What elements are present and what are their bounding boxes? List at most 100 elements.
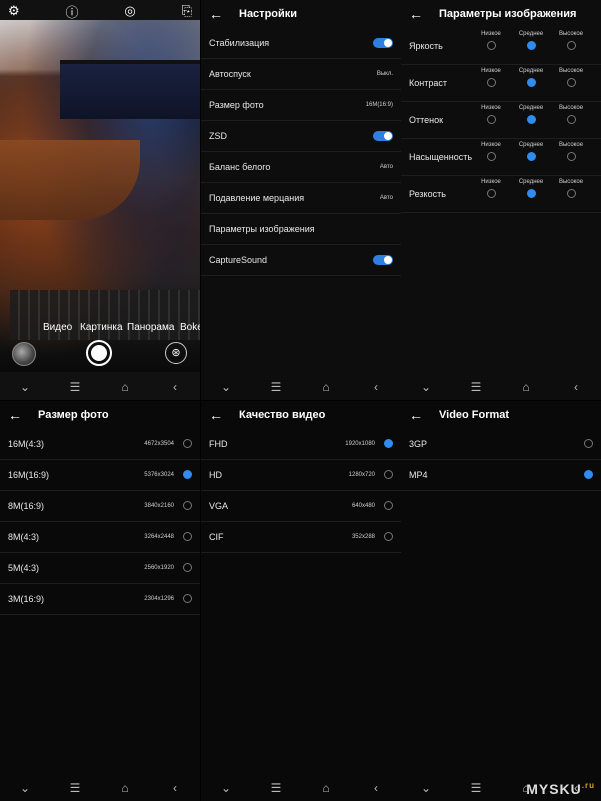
back-arrow-icon[interactable]: ← <box>0 407 30 423</box>
image-param-option[interactable]: Низкое <box>471 176 511 203</box>
image-param-option[interactable]: Высокое <box>551 139 591 166</box>
back-arrow-icon[interactable]: ← <box>201 6 231 22</box>
video-format-row[interactable]: MP4 <box>401 460 601 491</box>
chevron-down-icon[interactable]: ⌄ <box>411 781 441 795</box>
image-param-option[interactable]: Высокое <box>551 28 591 55</box>
radio-button[interactable] <box>486 41 496 50</box>
radio-button[interactable] <box>384 470 393 479</box>
radio-button[interactable] <box>566 115 576 124</box>
radio-button[interactable] <box>384 439 393 448</box>
photo-size-row[interactable]: 8M(4:3) 3264x2448 <box>0 522 200 553</box>
radio-button[interactable] <box>183 594 192 603</box>
home-icon[interactable]: ⌂ <box>110 380 140 394</box>
back-icon[interactable]: ‹ <box>361 380 391 394</box>
gallery-thumbnail[interactable] <box>12 342 36 366</box>
image-param-option[interactable]: Низкое <box>471 102 511 129</box>
image-param-option[interactable]: Среднее <box>511 65 551 92</box>
mode-boke[interactable]: Boke <box>180 322 200 333</box>
chevron-down-icon[interactable]: ⌄ <box>10 781 40 795</box>
image-param-option[interactable]: Низкое <box>471 139 511 166</box>
radio-button[interactable] <box>526 41 536 50</box>
toggle-switch[interactable] <box>373 255 393 265</box>
settings-row[interactable]: Размер фото 16M(16:9) <box>201 90 401 121</box>
photo-size-row[interactable]: 16M(16:9) 5376x3024 <box>0 460 200 491</box>
image-param-option[interactable]: Низкое <box>471 65 511 92</box>
chevron-down-icon[interactable]: ⌄ <box>411 380 441 394</box>
gear-icon[interactable]: ⚙ <box>8 3 20 19</box>
settings-row[interactable]: CaptureSound <box>201 245 401 276</box>
back-icon[interactable]: ‹ <box>160 380 190 394</box>
back-icon[interactable]: ‹ <box>160 781 190 795</box>
settings-row[interactable]: Подавление мерцания Авто <box>201 183 401 214</box>
menu-icon[interactable]: ☰ <box>261 380 291 394</box>
image-param-option[interactable]: Низкое <box>471 28 511 55</box>
hdr-icon[interactable]: ◎ <box>124 3 135 19</box>
image-param-option[interactable]: Среднее <box>511 28 551 55</box>
image-param-option[interactable]: Высокое <box>551 102 591 129</box>
back-icon[interactable]: ‹ <box>361 781 391 795</box>
image-param-option[interactable]: Среднее <box>511 176 551 203</box>
radio-button[interactable] <box>486 115 496 124</box>
back-arrow-icon[interactable]: ← <box>201 407 231 423</box>
toggle-switch[interactable] <box>373 38 393 48</box>
radio-button[interactable] <box>566 152 576 161</box>
home-icon[interactable]: ⌂ <box>311 380 341 394</box>
radio-button[interactable] <box>486 78 496 87</box>
camera-switch-icon[interactable]: ⎘ <box>182 3 192 19</box>
chevron-down-icon[interactable]: ⌄ <box>10 380 40 394</box>
mode-video[interactable]: Видео <box>43 322 72 333</box>
chevron-down-icon[interactable]: ⌄ <box>211 380 241 394</box>
radio-button[interactable] <box>526 152 536 161</box>
menu-icon[interactable]: ☰ <box>261 781 291 795</box>
back-arrow-icon[interactable]: ← <box>401 6 431 22</box>
image-param-option[interactable]: Среднее <box>511 102 551 129</box>
back-icon[interactable]: ‹ <box>561 380 591 394</box>
mode-panorama[interactable]: Панорама <box>127 322 174 333</box>
radio-button[interactable] <box>526 78 536 87</box>
radio-button[interactable] <box>183 439 192 448</box>
effects-icon[interactable]: ⊛ <box>165 342 187 364</box>
image-param-option[interactable]: Среднее <box>511 139 551 166</box>
settings-row[interactable]: Автоспуск Выкл. <box>201 59 401 90</box>
photo-size-row[interactable]: 16M(4:3) 4672x3504 <box>0 429 200 460</box>
settings-row[interactable]: Баланс белого Авто <box>201 152 401 183</box>
home-icon[interactable]: ⌂ <box>511 781 541 795</box>
menu-icon[interactable]: ☰ <box>60 781 90 795</box>
radio-button[interactable] <box>183 470 192 479</box>
image-param-option[interactable]: Высокое <box>551 65 591 92</box>
radio-button[interactable] <box>486 189 496 198</box>
menu-icon[interactable]: ☰ <box>461 781 491 795</box>
image-param-option[interactable]: Высокое <box>551 176 591 203</box>
chevron-down-icon[interactable]: ⌄ <box>211 781 241 795</box>
video-format-row[interactable]: 3GP <box>401 429 601 460</box>
home-icon[interactable]: ⌂ <box>511 380 541 394</box>
settings-row[interactable]: Стабилизация <box>201 28 401 59</box>
video-quality-row[interactable]: FHD 1920x1080 <box>201 429 401 460</box>
video-quality-row[interactable]: CIF 352x288 <box>201 522 401 553</box>
flash-icon[interactable]: ⓘ <box>66 2 79 21</box>
radio-button[interactable] <box>566 78 576 87</box>
video-quality-row[interactable]: HD 1280x720 <box>201 460 401 491</box>
radio-button[interactable] <box>183 532 192 541</box>
back-arrow-icon[interactable]: ← <box>401 407 431 423</box>
settings-row[interactable]: Параметры изображения <box>201 214 401 245</box>
settings-row[interactable]: ZSD <box>201 121 401 152</box>
radio-button[interactable] <box>584 470 593 479</box>
radio-button[interactable] <box>183 563 192 572</box>
toggle-switch[interactable] <box>373 131 393 141</box>
home-icon[interactable]: ⌂ <box>311 781 341 795</box>
radio-button[interactable] <box>384 501 393 510</box>
radio-button[interactable] <box>584 439 593 448</box>
menu-icon[interactable]: ☰ <box>60 380 90 394</box>
radio-button[interactable] <box>566 41 576 50</box>
video-quality-row[interactable]: VGA 640x480 <box>201 491 401 522</box>
radio-button[interactable] <box>566 189 576 198</box>
radio-button[interactable] <box>384 532 393 541</box>
photo-size-row[interactable]: 5M(4:3) 2560x1920 <box>0 553 200 584</box>
radio-button[interactable] <box>183 501 192 510</box>
mode-picture[interactable]: Картинка <box>80 322 123 333</box>
menu-icon[interactable]: ☰ <box>461 380 491 394</box>
radio-button[interactable] <box>526 189 536 198</box>
back-icon[interactable]: ‹ <box>561 781 591 795</box>
photo-size-row[interactable]: 8M(16:9) 3840x2160 <box>0 491 200 522</box>
